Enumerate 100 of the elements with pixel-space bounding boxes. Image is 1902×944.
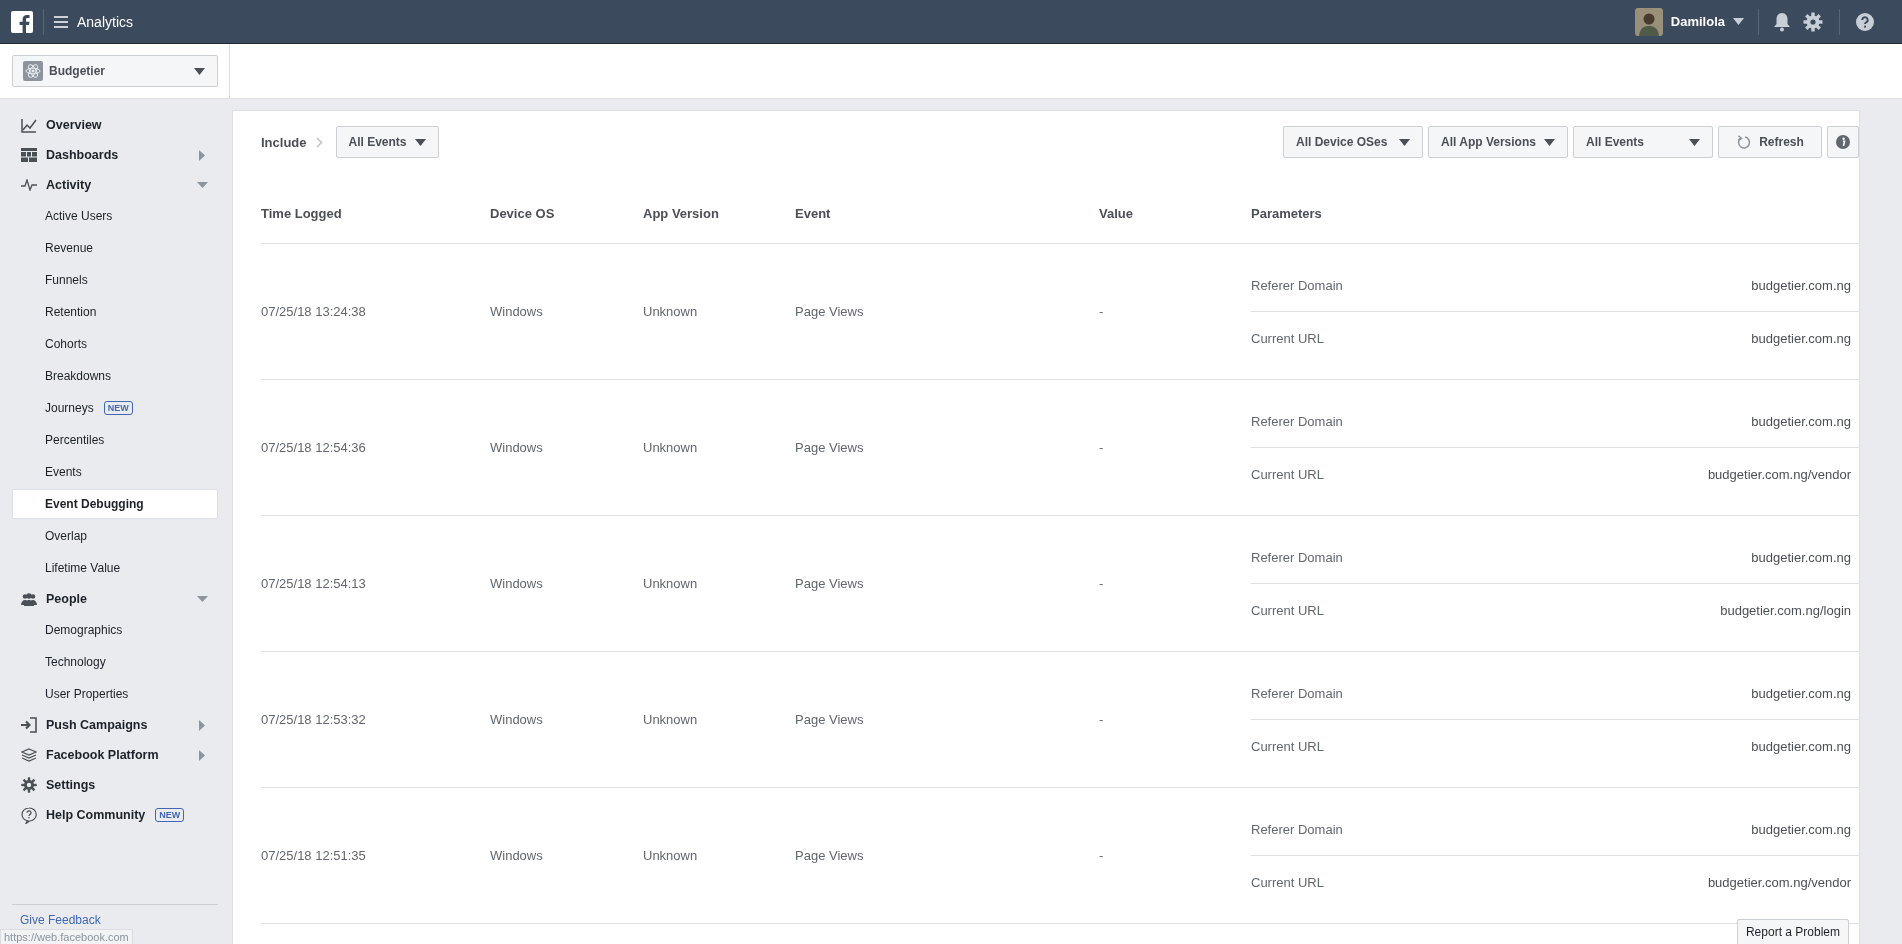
event-cell-text: Page Views (795, 304, 865, 319)
column-header: Time Logged (261, 205, 343, 221)
sign-in-icon (21, 717, 37, 733)
sidebar-item[interactable]: Demographics (12, 615, 218, 645)
sidebar-section[interactable]: Settings (12, 770, 218, 800)
caret-icon (1544, 138, 1555, 146)
os-cell-text: Windows (490, 440, 544, 455)
sidebar-item[interactable]: Revenue (12, 233, 218, 263)
atom-icon (23, 61, 43, 81)
column-header: Value (1099, 205, 1134, 221)
parameter-value: budgetier.com.ng (1751, 330, 1851, 346)
sidebar-item[interactable]: Active Users (12, 201, 218, 231)
question-bubble-icon (21, 806, 37, 824)
parameter-value: budgetier.com.ng/vendor (1707, 874, 1851, 890)
sidebar-item[interactable]: Funnels (12, 265, 218, 295)
parameter-name: Referer Domain (1251, 685, 1343, 701)
include-dropdown[interactable]: All Events (335, 126, 439, 158)
avatar[interactable] (1634, 7, 1663, 36)
event-cell-text: Page Views (795, 712, 865, 727)
filter-dropdown[interactable]: All App Versions (1428, 126, 1568, 158)
item-label: Demographics (45, 623, 123, 637)
section-label: Help Community (46, 808, 146, 822)
item-label: Cohorts (45, 337, 88, 351)
time-cell-text: 07/25/18 13:24:38 (261, 304, 367, 319)
caret-icon (414, 138, 426, 146)
filter-dropdown[interactable]: All Events (1573, 126, 1713, 158)
settings-icon[interactable] (1803, 11, 1823, 32)
parameter-name: Current URL (1251, 602, 1324, 618)
parameter-value: budgetier.com.ng (1751, 685, 1851, 701)
caret-icon (1733, 18, 1744, 25)
item-label: Funnels (45, 273, 88, 287)
sidebar-item[interactable]: Lifetime Value (12, 553, 218, 583)
help-icon[interactable] (1856, 12, 1874, 31)
sidebar-section[interactable]: Facebook Platform (12, 740, 218, 770)
parameter-value: budgetier.com.ng (1751, 738, 1851, 754)
sidebar-item[interactable]: Percentiles (12, 425, 218, 455)
event-cell-text: Page Views (795, 576, 865, 591)
parameter-value: budgetier.com.ng (1751, 277, 1851, 293)
time-cell-text: 07/25/18 12:54:36 (261, 440, 367, 455)
sidebar-item[interactable]: Overlap (12, 521, 218, 551)
item-label: Revenue (45, 241, 94, 255)
item-label: User Properties (45, 687, 129, 701)
sidebar-section[interactable]: Help Community NEW (12, 800, 218, 830)
value-cell-text: - (1099, 304, 1105, 319)
os-cell-text: Windows (490, 712, 544, 727)
parameter-value: budgetier.com.ng/vendor (1707, 466, 1851, 482)
sidebar-item[interactable]: Events (12, 457, 218, 487)
sidebar-item[interactable]: User Properties (12, 679, 218, 709)
caret-icon (1689, 138, 1700, 146)
new-badge: NEW (103, 401, 133, 415)
item-label: Percentiles (45, 433, 105, 447)
layers-icon (21, 748, 37, 762)
parameter-value: budgetier.com.ng (1751, 413, 1851, 429)
event-cell-text: Page Views (795, 848, 865, 863)
app-title: Analytics (77, 13, 134, 30)
pulse-icon (21, 179, 37, 191)
settings-icon (21, 777, 37, 793)
column-header: App Version (643, 205, 720, 221)
sidebar-item[interactable]: Event Debugging (12, 489, 218, 519)
parameter-name: Current URL (1251, 466, 1324, 482)
sidebar-section[interactable]: Overview (12, 110, 218, 140)
value-cell-text: - (1099, 712, 1105, 727)
sidebar-section[interactable]: Activity (12, 170, 218, 200)
refresh-button[interactable]: Refresh (1718, 126, 1822, 158)
filter-dropdown[interactable]: All Device OSes (1283, 126, 1423, 158)
sidebar-section[interactable]: People (12, 584, 218, 614)
section-label: People (46, 592, 87, 606)
section-label: Settings (46, 778, 96, 792)
item-label: Overlap (45, 529, 88, 543)
status-url: https://web.facebook.com (0, 929, 133, 944)
user-menu[interactable]: Damilola (1662, 14, 1744, 29)
grid-icon (21, 148, 37, 162)
sidebar-item[interactable]: Breakdowns (12, 361, 218, 391)
info-button[interactable] (1827, 126, 1859, 158)
version-cell-text: Unknown (643, 848, 699, 863)
parameter-name: Referer Domain (1251, 549, 1343, 565)
item-label: Events (45, 465, 82, 479)
time-cell-text: 07/25/18 12:51:35 (261, 848, 367, 863)
sidebar-section[interactable]: Push Campaigns (12, 710, 218, 740)
sidebar-item[interactable]: Cohorts (12, 329, 218, 359)
item-label: Journeys (45, 401, 94, 415)
report-problem-button[interactable]: Report a Problem (1736, 919, 1849, 944)
sidebar-item[interactable]: Technology (12, 647, 218, 677)
event-cell-text: Page Views (795, 440, 865, 455)
menu-icon[interactable] (54, 15, 68, 28)
give-feedback-link[interactable]: Give Feedback (20, 913, 101, 927)
column-header: Parameters (1251, 205, 1322, 221)
bell-icon[interactable] (1773, 11, 1791, 32)
sidebar-item[interactable]: Retention (12, 297, 218, 327)
new-badge: NEW (155, 808, 185, 822)
facebook-logo[interactable] (11, 10, 33, 33)
sidebar-section[interactable]: Dashboards (12, 140, 218, 170)
parameter-name: Current URL (1251, 330, 1324, 346)
app-selector[interactable]: Budgetier (12, 55, 218, 87)
sidebar-item[interactable]: Journeys NEW (12, 393, 218, 423)
os-cell-text: Windows (490, 304, 544, 319)
item-label: Lifetime Value (45, 561, 121, 575)
value-cell-text: - (1099, 440, 1105, 455)
version-cell-text: Unknown (643, 304, 699, 319)
version-cell-text: Unknown (643, 576, 699, 591)
